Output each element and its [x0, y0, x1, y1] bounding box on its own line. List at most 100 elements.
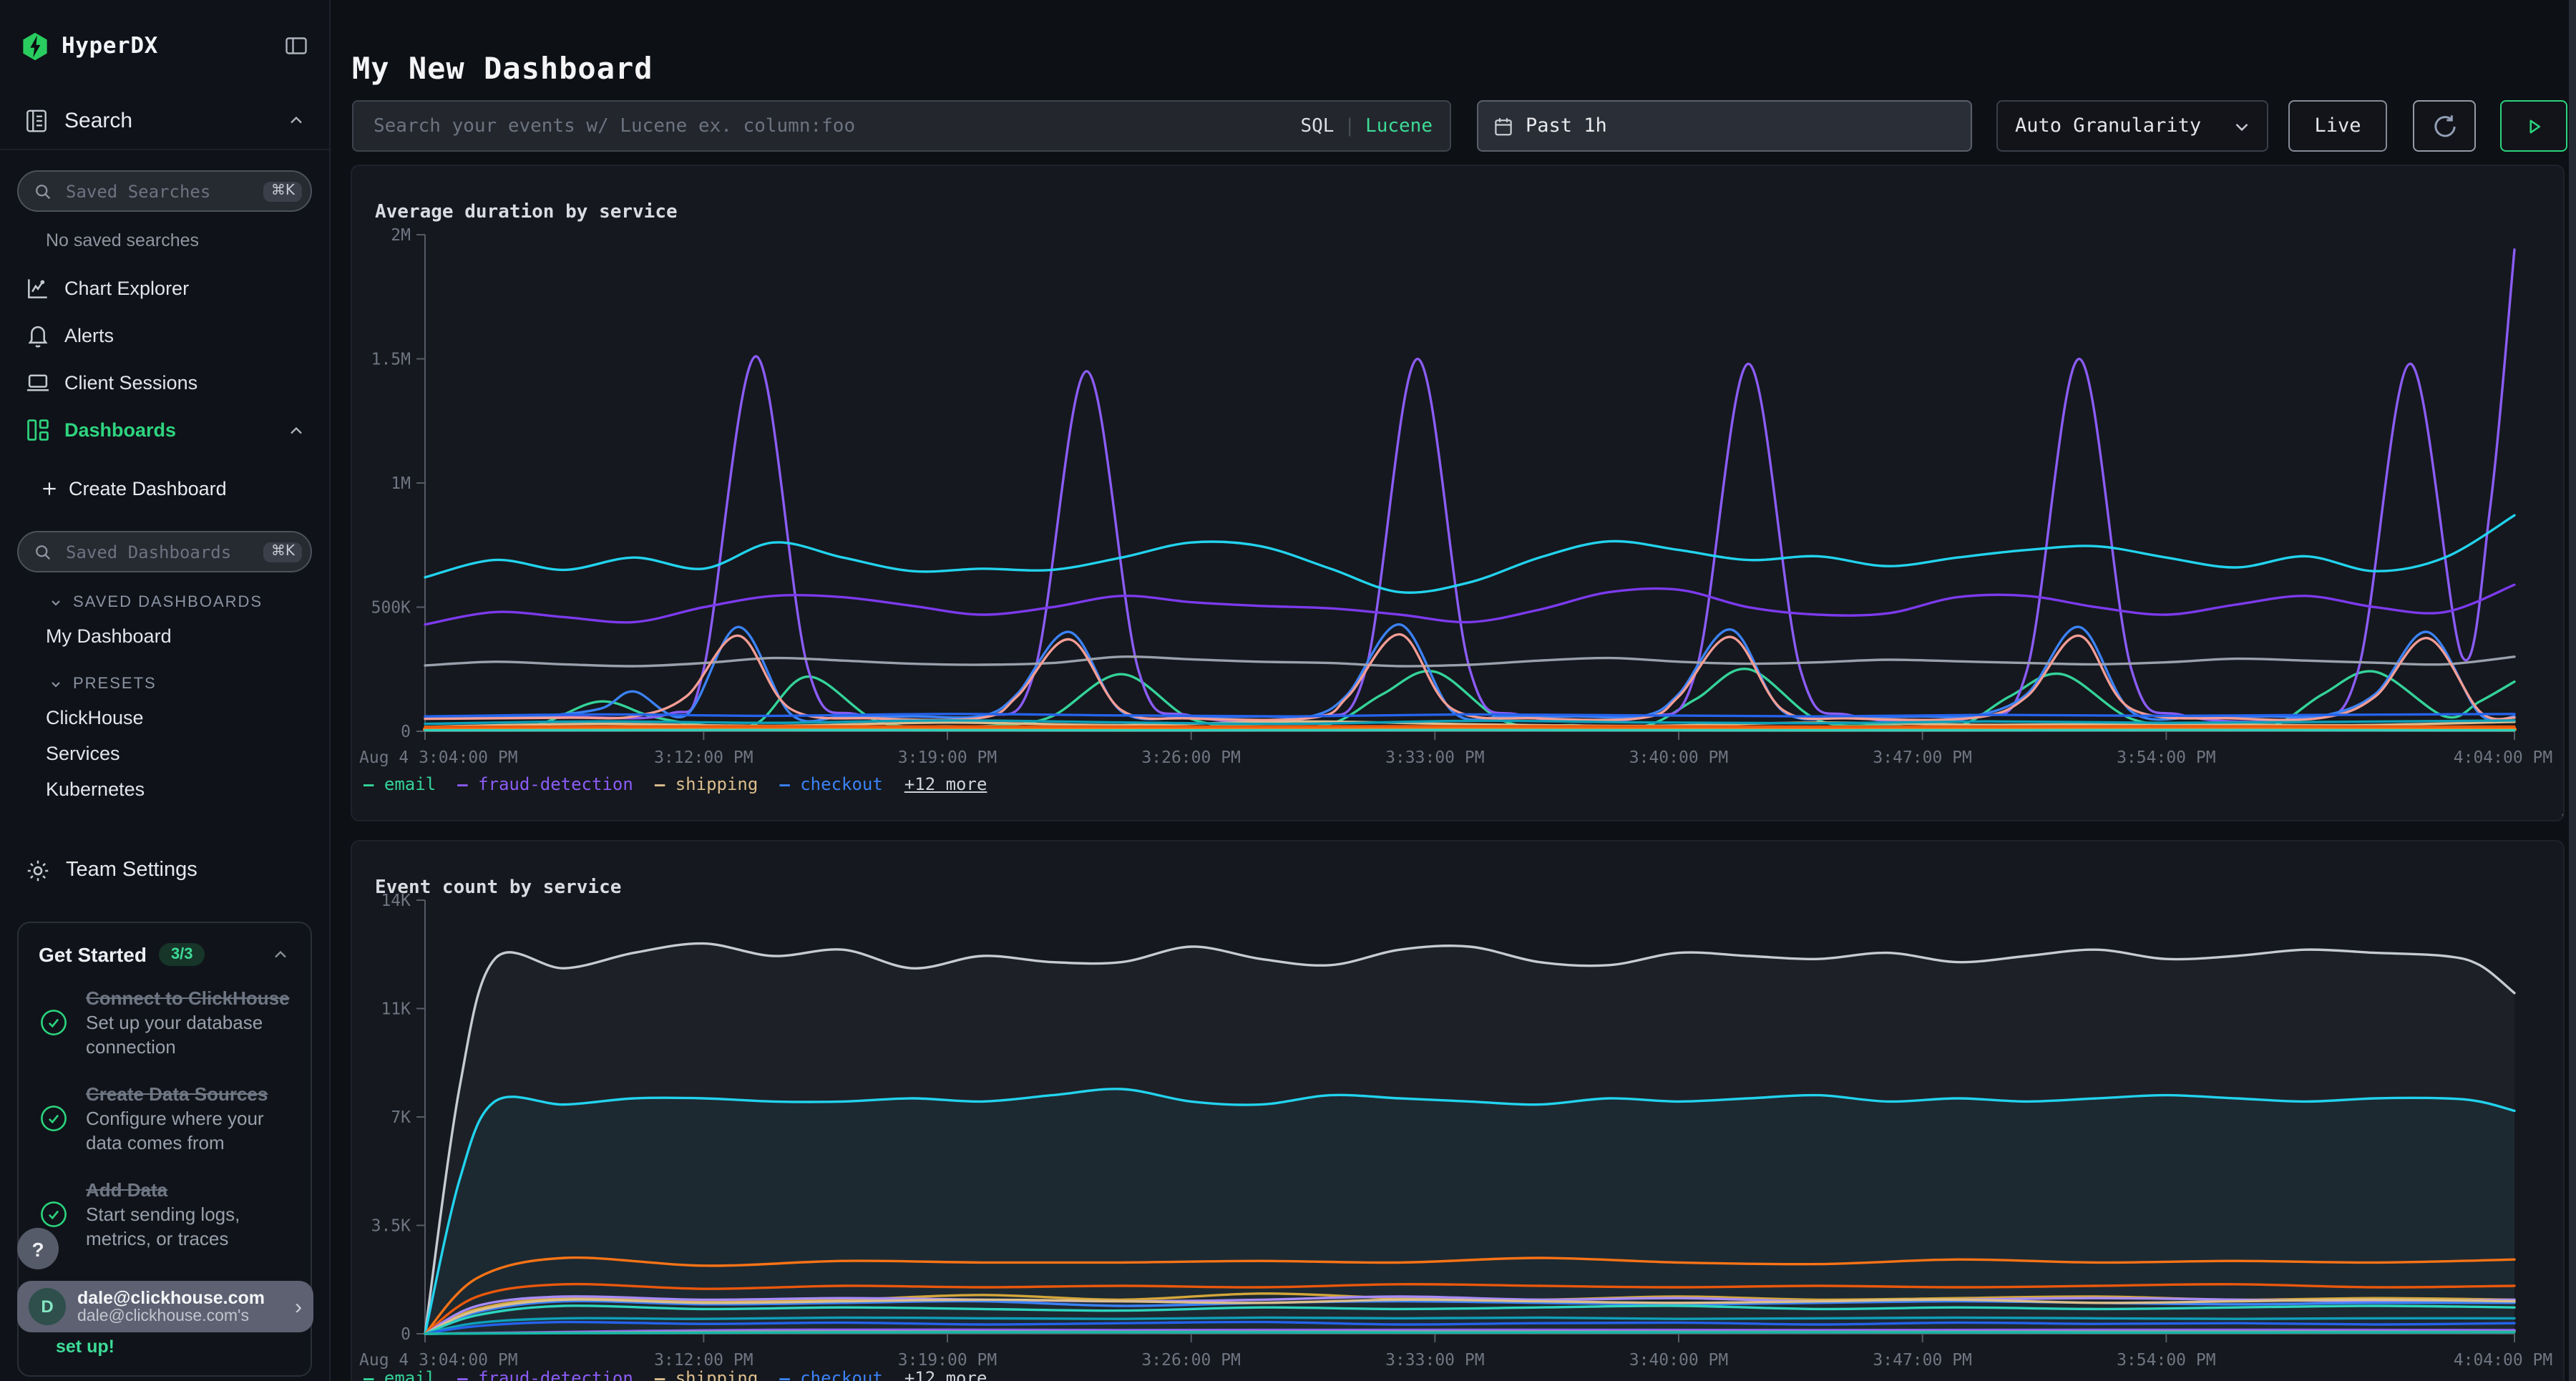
chevron-right-icon: ›: [295, 1294, 302, 1319]
event-count-chart[interactable]: 03.5K7K11K14KAug 4 3:04:00 PM3:12:00 PM3…: [352, 841, 2565, 1381]
play-button[interactable]: [2500, 100, 2567, 152]
legend-item[interactable]: — shipping: [655, 1368, 758, 1381]
plus-icon: [40, 479, 59, 497]
sidebar-item-clickhouse[interactable]: ClickHouse: [0, 700, 329, 736]
sidebar-item-kubernetes[interactable]: Kubernetes: [0, 771, 329, 807]
laptop-icon: [24, 369, 52, 396]
sidebar: HyperDX Search ⌘K No saved searches: [0, 0, 331, 1381]
checklist-item-add-data[interactable]: Add Data Start sending logs, metrics, or…: [39, 1178, 291, 1251]
group-saved-dashboards[interactable]: SAVED DASHBOARDS: [0, 587, 329, 618]
setup-note-text: set up!: [56, 1337, 114, 1357]
svg-text:3:26:00 PM: 3:26:00 PM: [1141, 748, 1240, 767]
legend-item[interactable]: — fraud-detection: [457, 774, 633, 794]
svg-text:3:19:00 PM: 3:19:00 PM: [898, 1351, 997, 1370]
svg-text:3:12:00 PM: 3:12:00 PM: [654, 1351, 753, 1370]
bell-icon: [24, 322, 52, 349]
checklist-item-connect[interactable]: Connect to ClickHouse Set up your databa…: [39, 986, 291, 1059]
legend-more-link[interactable]: +12 more: [904, 1368, 987, 1381]
user-menu[interactable]: D dale@clickhouse.com dale@clickhouse.co…: [17, 1281, 313, 1332]
legend-more-link[interactable]: +12 more: [904, 774, 987, 794]
get-started-header[interactable]: Get Started 3/3: [39, 943, 291, 966]
svg-text:0: 0: [401, 1325, 411, 1344]
sidebar-header: HyperDX: [0, 0, 329, 92]
svg-text:3:47:00 PM: 3:47:00 PM: [1873, 1351, 1971, 1370]
user-org: dale@clickhouse.com's: [77, 1307, 289, 1326]
chevron-up-icon[interactable]: [286, 110, 306, 130]
sidebar-item-services[interactable]: Services: [0, 736, 329, 771]
legend-item[interactable]: — checkout: [779, 1368, 883, 1381]
time-range-picker[interactable]: Past 1h: [1477, 100, 1972, 152]
svg-text:3.5K: 3.5K: [371, 1217, 411, 1236]
get-started-title: Get Started: [39, 943, 147, 966]
chevron-up-icon[interactable]: [286, 420, 306, 440]
sidebar-item-chart-explorer[interactable]: Chart Explorer: [0, 265, 329, 312]
svg-text:3:33:00 PM: 3:33:00 PM: [1385, 748, 1484, 767]
avg-duration-chart[interactable]: 0500K1M1.5M2MAug 4 3:04:00 PM3:12:00 PM3…: [352, 166, 2565, 821]
saved-dashboards-input[interactable]: ⌘K: [17, 531, 312, 572]
time-range-value: Past 1h: [1526, 114, 1607, 137]
sidebar-item-client-sessions[interactable]: Client Sessions: [0, 359, 329, 406]
legend-item[interactable]: — shipping: [655, 774, 758, 794]
event-search-box[interactable]: SQL | Lucene: [352, 100, 1451, 152]
page-scrollbar[interactable]: [2569, 0, 2576, 1381]
chevron-down-icon: [2231, 115, 2253, 137]
play-icon: [2522, 114, 2546, 138]
checklist-item-sources[interactable]: Create Data Sources Configure where your…: [39, 1082, 291, 1155]
collapse-sidebar-icon[interactable]: [283, 33, 309, 59]
sidebar-section-search[interactable]: Search: [0, 92, 329, 150]
sidebar-item-team-settings[interactable]: Team Settings: [0, 844, 329, 896]
user-email: dale@clickhouse.com: [77, 1287, 289, 1307]
saved-searches-input[interactable]: ⌘K: [17, 170, 312, 212]
checklist-item-desc: Set up your database connection: [86, 1010, 291, 1059]
event-search-input[interactable]: [371, 114, 1292, 138]
shortcut-badge: ⌘K: [264, 542, 302, 562]
svg-text:1M: 1M: [391, 474, 411, 493]
svg-text:3:54:00 PM: 3:54:00 PM: [2117, 1351, 2215, 1370]
check-circle-icon: [39, 1103, 69, 1133]
svg-text:14K: 14K: [381, 892, 411, 910]
checklist-item-title: Create Data Sources: [86, 1082, 291, 1106]
legend-item[interactable]: — fraud-detection: [457, 1368, 633, 1381]
search-icon: [33, 542, 53, 562]
live-button[interactable]: Live: [2288, 100, 2387, 152]
svg-text:3:33:00 PM: 3:33:00 PM: [1385, 1351, 1484, 1370]
progress-badge: 3/3: [160, 943, 205, 966]
svg-text:3:47:00 PM: 3:47:00 PM: [1873, 748, 1971, 767]
refresh-button[interactable]: [2413, 100, 2476, 152]
search-section-icon: [23, 107, 50, 134]
svg-text:1.5M: 1.5M: [371, 351, 411, 369]
svg-text:3:54:00 PM: 3:54:00 PM: [2117, 748, 2215, 767]
sidebar-item-alerts[interactable]: Alerts: [0, 312, 329, 359]
granularity-select[interactable]: Auto Granularity: [1996, 100, 2268, 152]
legend-item[interactable]: — checkout: [779, 774, 883, 794]
legend-item[interactable]: — email: [364, 1368, 436, 1381]
query-language-toggle: SQL | Lucene: [1300, 102, 1433, 150]
saved-dashboards-field[interactable]: [63, 540, 264, 563]
checklist-item-title: Connect to ClickHouse: [86, 986, 291, 1010]
no-saved-searches-text: No saved searches: [46, 230, 329, 250]
sidebar-item-my-dashboard[interactable]: My Dashboard: [0, 618, 329, 654]
chevron-up-icon[interactable]: [270, 945, 291, 965]
sidebar-nav: Chart Explorer Alerts Client Sessions Da…: [0, 265, 329, 454]
main-content: My New Dashboard SQL | Lucene Past 1h Au…: [332, 0, 2570, 1381]
page-title: My New Dashboard: [352, 52, 653, 86]
sidebar-item-dashboards[interactable]: Dashboards: [0, 406, 329, 454]
group-presets[interactable]: PRESETS: [0, 668, 329, 700]
check-circle-icon: [39, 1199, 69, 1229]
svg-text:3:19:00 PM: 3:19:00 PM: [898, 748, 997, 767]
saved-searches-field[interactable]: [63, 180, 264, 202]
avatar: D: [29, 1288, 66, 1325]
svg-text:Aug 4 3:04:00 PM: Aug 4 3:04:00 PM: [359, 748, 518, 767]
chevron-down-icon: [47, 675, 64, 693]
sql-toggle[interactable]: SQL: [1300, 115, 1334, 137]
checklist-item-desc: Configure where your data comes from: [86, 1106, 291, 1155]
svg-text:11K: 11K: [381, 1000, 411, 1019]
search-icon: [33, 181, 53, 201]
lucene-toggle[interactable]: Lucene: [1365, 115, 1433, 137]
create-dashboard-button[interactable]: Create Dashboard: [0, 465, 329, 511]
dashboard-grid-icon: [24, 416, 52, 444]
legend-item[interactable]: — email: [364, 774, 436, 794]
help-button[interactable]: ?: [17, 1228, 59, 1269]
toggle-divider: |: [1344, 115, 1355, 137]
app-window: HyperDX Search ⌘K No saved searches: [0, 0, 2576, 1381]
